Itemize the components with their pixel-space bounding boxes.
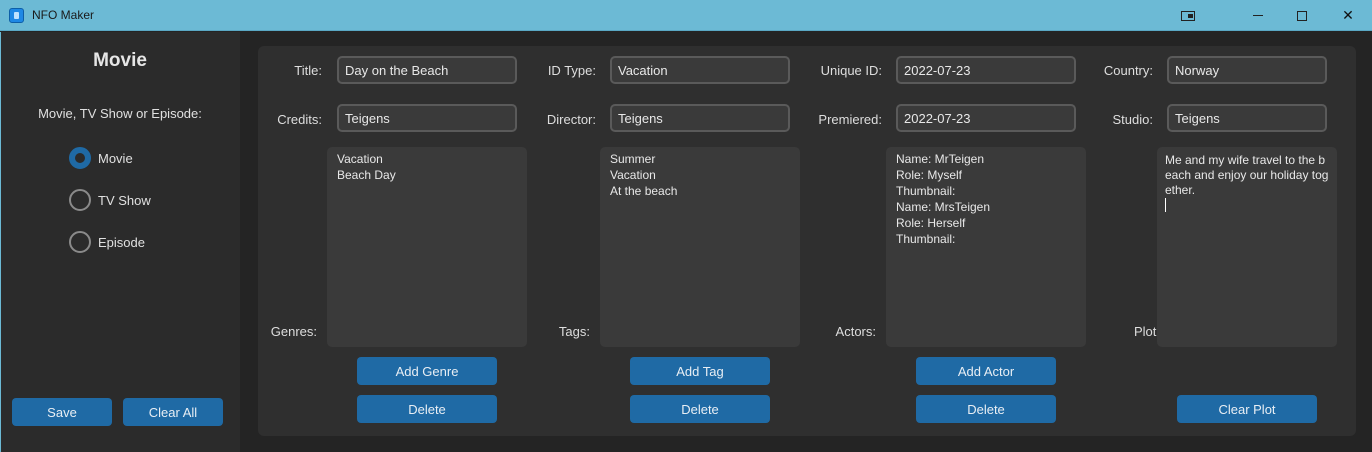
id-type-input[interactable]: Vacation (610, 56, 790, 84)
radio-tv-show[interactable]: TV Show (69, 189, 151, 211)
tags-textbox[interactable]: Summer Vacation At the beach (600, 147, 800, 347)
radio-movie[interactable]: Movie (69, 147, 133, 169)
studio-label: Studio: (1112, 112, 1153, 127)
radio-tv-show-label: TV Show (98, 192, 151, 208)
sidebar: Movie Movie, TV Show or Episode: Movie T… (0, 32, 240, 452)
list-item: Vacation (610, 168, 656, 182)
minimize-icon (1253, 15, 1263, 16)
director-label: Director: (546, 112, 596, 127)
maximize-icon (1297, 10, 1307, 21)
actors-label: Actors: (835, 324, 876, 339)
list-item: Summer (610, 152, 656, 166)
media-type-heading: Movie (93, 50, 147, 71)
list-item: Thumbnail: (896, 232, 956, 246)
snap-layout-button[interactable] (1165, 0, 1211, 31)
media-type-prompt: Movie, TV Show or Episode: (38, 106, 202, 121)
country-input[interactable]: Norway (1167, 56, 1327, 84)
premiered-input[interactable]: 2022-07-23 (896, 104, 1076, 132)
delete-genre-button[interactable]: Delete (357, 395, 497, 423)
add-actor-button[interactable]: Add Actor (916, 357, 1056, 385)
close-button[interactable]: ✕ (1325, 0, 1371, 31)
clear-plot-button[interactable]: Clear Plot (1177, 395, 1317, 423)
title-input[interactable]: Day on the Beach (337, 56, 517, 84)
list-item: Vacation (337, 152, 383, 166)
close-icon: ✕ (1342, 7, 1354, 24)
list-item: Thumbnail: (896, 184, 956, 198)
list-item: At the beach (610, 184, 678, 198)
title-label: Title: (294, 63, 322, 78)
country-label: Country: (1103, 63, 1153, 78)
radio-unselected-icon[interactable] (69, 231, 91, 253)
window-titlebar[interactable]: NFO Maker ✕ (0, 0, 1372, 31)
radio-episode[interactable]: Episode (69, 231, 145, 253)
plot-label: Plot: (1133, 324, 1160, 339)
credits-label: Credits: (277, 112, 322, 127)
list-item: Name: MrTeigen (896, 152, 985, 166)
director-input[interactable]: Teigens (610, 104, 790, 132)
actors-textbox[interactable]: Name: MrTeigen Role: Myself Thumbnail: N… (886, 147, 1086, 347)
radio-episode-label: Episode (98, 234, 145, 250)
id-type-label: ID Type: (547, 63, 596, 78)
add-genre-button[interactable]: Add Genre (357, 357, 497, 385)
add-tag-button[interactable]: Add Tag (630, 357, 770, 385)
list-item: Name: MrsTeigen (896, 200, 991, 214)
unique-id-label: Unique ID: (820, 63, 882, 78)
list-item: Role: Myself (896, 168, 963, 182)
text-cursor (1165, 198, 1166, 212)
plot-textbox[interactable]: Me and my wife travel to the beach and e… (1157, 147, 1337, 347)
app-icon (9, 8, 24, 23)
maximize-button[interactable] (1279, 0, 1325, 31)
credits-input[interactable]: Teigens (337, 104, 517, 132)
clear-all-button[interactable]: Clear All (123, 398, 223, 426)
radio-unselected-icon[interactable] (69, 189, 91, 211)
premiered-label: Premiered: (818, 112, 882, 127)
radio-selected-icon[interactable] (69, 147, 91, 169)
genres-textbox[interactable]: Vacation Beach Day (327, 147, 527, 347)
genres-label: Genres: (270, 324, 317, 339)
radio-movie-label: Movie (98, 150, 133, 166)
tags-label: Tags: (558, 324, 590, 339)
studio-input[interactable]: Teigens (1167, 104, 1327, 132)
main-form-panel: Title: Day on the Beach ID Type: Vacatio… (258, 46, 1356, 436)
list-item: Role: Herself (896, 216, 966, 230)
unique-id-input[interactable]: 2022-07-23 (896, 56, 1076, 84)
list-item: Beach Day (337, 168, 396, 182)
minimize-button[interactable] (1235, 0, 1281, 31)
save-button[interactable]: Save (12, 398, 112, 426)
snap-layout-icon (1181, 10, 1195, 21)
delete-actor-button[interactable]: Delete (916, 395, 1056, 423)
delete-tag-button[interactable]: Delete (630, 395, 770, 423)
window-title: NFO Maker (32, 8, 95, 22)
plot-text: Me and my wife travel to the beach and e… (1165, 153, 1329, 197)
